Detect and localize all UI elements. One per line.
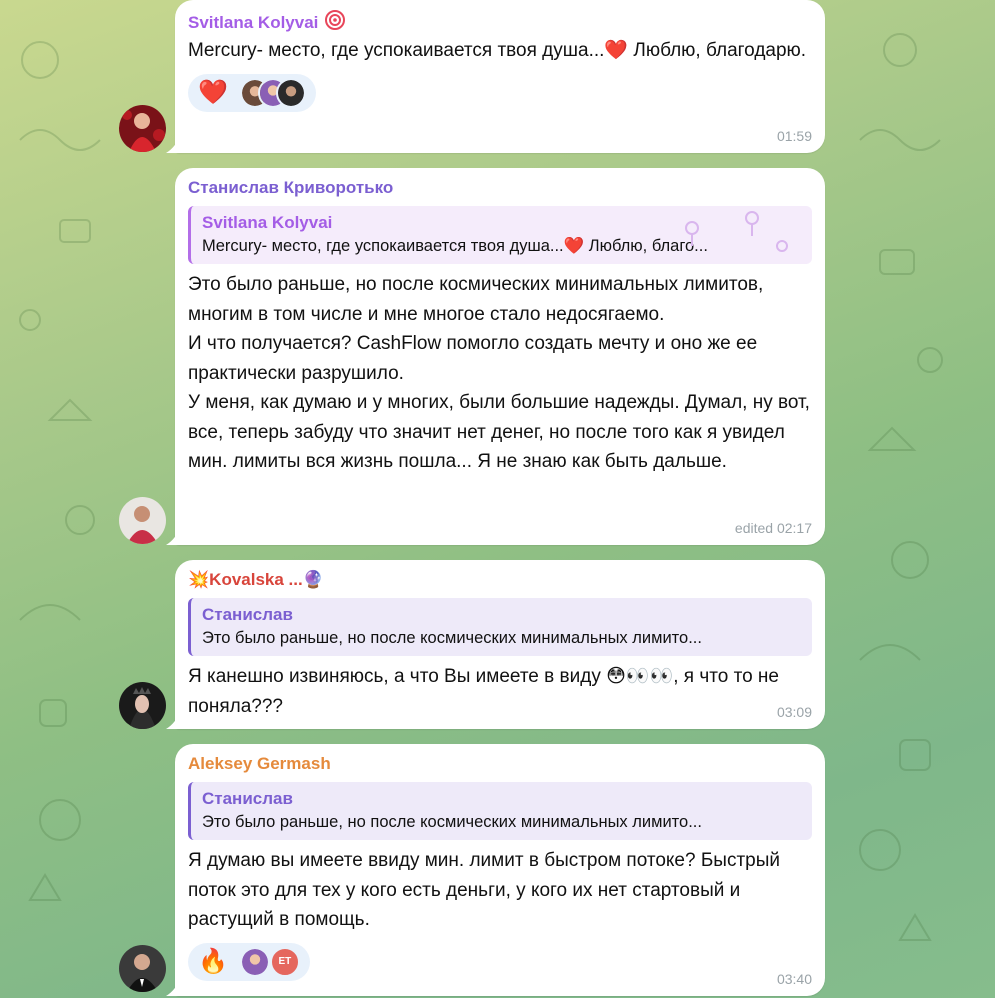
message-bubble[interactable]: Станислав Криворотько Svitlana Kolyvai M…	[166, 168, 825, 545]
message-text: Я думаю вы имеете ввиду мин. лимит в быс…	[188, 850, 781, 930]
reply-sender: Станислав	[202, 605, 293, 624]
avatar-kovalska[interactable]	[119, 682, 166, 729]
message-bubble[interactable]: Aleksey Germash Станислав Это было раньш…	[166, 744, 825, 996]
sender-name[interactable]: Aleksey Germash	[188, 752, 812, 776]
reply-text: Это было раньше, но после космических ми…	[202, 813, 702, 831]
bubble-tail	[166, 978, 180, 996]
heart-reaction-icon: ❤️	[198, 78, 228, 106]
bubble-tail	[166, 527, 180, 545]
message-time: 01:59	[776, 128, 812, 144]
reactions-bar[interactable]: 🔥 ET	[188, 942, 310, 981]
candy-pattern-icon	[685, 211, 788, 252]
sender-name[interactable]: Svitlana Kolyvai	[188, 11, 318, 35]
reply-text: Это было раньше, но после космических ми…	[202, 629, 702, 647]
message-time: 03:40	[776, 971, 812, 987]
sender-name[interactable]: 💥Kovalska ...🔮	[188, 568, 812, 592]
reactions-bar[interactable]: ❤️	[188, 73, 316, 112]
avatar-svitlana[interactable]	[119, 105, 166, 152]
reply-sender: Станислав	[202, 789, 293, 808]
message-text: Это было раньше, но после космических ми…	[188, 274, 810, 472]
avatar-stanislav[interactable]	[119, 497, 166, 544]
message-time: 03:09	[776, 704, 812, 720]
spiral-badge-icon	[324, 9, 346, 36]
message-text: Mercury- место, где успокаивается твоя д…	[188, 40, 807, 61]
bubble-tail	[166, 135, 180, 153]
reply-preview[interactable]: Станислав Это было раньше, но после косм…	[188, 598, 812, 656]
sender-name[interactable]: Станислав Криворотько	[188, 176, 812, 200]
bubble-tail	[166, 711, 180, 729]
reactor-initials-avatar: ET	[269, 946, 300, 977]
message-text: Я канешно извиняюсь, а что Вы имеете в в…	[188, 666, 779, 717]
reply-preview[interactable]: Станислав Это было раньше, но после косм…	[188, 782, 812, 840]
avatar-aleksey[interactable]	[119, 945, 166, 992]
fire-reaction-icon: 🔥	[198, 947, 228, 975]
message-time: edited 02:17	[734, 520, 812, 536]
reactor-avatars: ET	[239, 946, 300, 977]
reactor-avatars	[239, 77, 306, 108]
message-bubble[interactable]: 💥Kovalska ...🔮 Станислав Это было раньше…	[166, 560, 825, 729]
reply-preview[interactable]: Svitlana Kolyvai Mercury- место, где усп…	[188, 206, 812, 264]
message-bubble[interactable]: Svitlana Kolyvai Mercury- место, где усп…	[166, 0, 825, 153]
